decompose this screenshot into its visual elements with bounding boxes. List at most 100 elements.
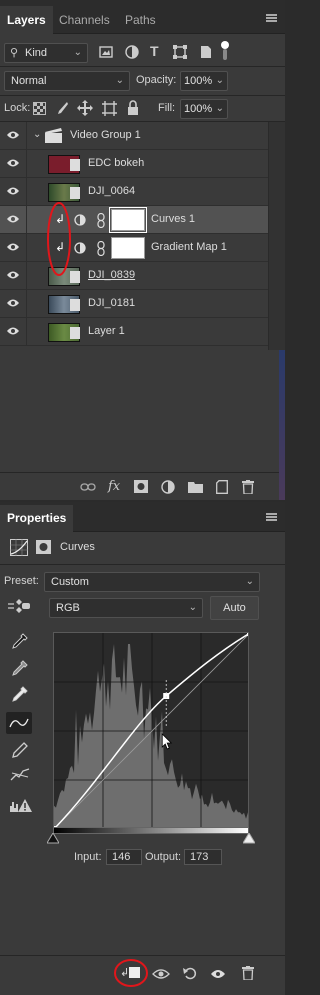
mask-tab-icon[interactable] [36,540,51,554]
auto-button[interactable]: Auto [210,596,259,620]
filter-smart-object-icon[interactable] [199,45,213,59]
eye-icon[interactable] [6,326,20,336]
curve-control-point[interactable] [247,633,250,636]
layer-name: Layer 1 [88,325,125,337]
curves-graph[interactable] [53,632,249,828]
blend-mode-dropdown[interactable]: Normal ⌄ [4,71,130,91]
new-adjustment-icon[interactable] [161,480,175,494]
eye-icon[interactable] [6,186,20,196]
panel-menu-icon[interactable] [266,513,277,521]
lock-all-icon[interactable] [127,100,139,115]
tab-layers[interactable]: Layers [0,6,53,34]
lock-position-icon[interactable] [77,100,93,116]
panel-menu-icon[interactable] [266,14,277,22]
layer-row[interactable]: DJI_0064 [0,178,268,206]
fx-icon[interactable]: fx [108,479,120,494]
curve-point-icon [9,718,29,728]
eye-icon[interactable] [6,214,20,224]
lock-artboard-icon[interactable] [102,101,117,116]
input-gradient-bar [53,827,249,834]
smooth-curve-icon[interactable] [10,768,30,782]
lock-pixels-icon[interactable] [55,101,69,116]
opacity-value: 100% [184,75,213,87]
eye-icon[interactable] [6,270,20,280]
eye-icon[interactable] [6,130,20,140]
output-field[interactable]: 173 [184,849,222,865]
trash-icon[interactable] [242,966,254,980]
curve-plot[interactable] [54,633,249,828]
chevron-down-icon: ⌄ [245,576,254,587]
curve-point-tool-button[interactable] [6,712,32,734]
video-layer-icon [70,299,80,311]
tab-properties[interactable]: Properties [0,505,74,532]
eye-icon[interactable] [6,158,20,168]
layer-mask-thumbnail[interactable] [109,207,147,233]
on-image-adjust-icon[interactable] [8,599,30,613]
layer-name: DJI_0839 [88,269,136,281]
annotation-ellipse [47,202,71,276]
filter-shape-icon[interactable] [173,45,187,59]
gray-point-eyedropper-icon[interactable] [12,660,28,676]
layer-row[interactable]: DJI_0839 [0,262,268,290]
video-layer-icon [70,159,80,171]
layer-mask-thumbnail[interactable] [111,237,145,259]
filter-kind-label: Kind [25,47,48,59]
add-mask-icon[interactable] [134,480,148,493]
input-field[interactable]: 146 [106,849,142,865]
lock-label: Lock: [4,102,31,114]
folder-icon[interactable] [188,481,203,493]
layer-row[interactable]: DJI_0181 [0,290,268,318]
visibility-icon[interactable] [210,969,226,979]
view-previous-icon[interactable] [152,967,170,981]
filter-type-icon[interactable]: T [150,43,159,59]
black-point-slider-handle[interactable] [47,833,59,844]
filter-pixel-icon[interactable] [99,46,113,58]
preset-dropdown[interactable]: Custom ⌄ [44,572,260,592]
layer-row[interactable]: EDC bokeh [0,150,268,178]
output-label: Output: [145,851,182,863]
adjustment-layer-icon [74,214,86,226]
divider [0,564,285,565]
lock-transparent-icon[interactable] [33,102,46,115]
layers-scrollbar[interactable] [268,122,285,350]
clipping-warning-icon[interactable] [10,798,32,813]
curves-adjustment-icon [10,539,28,556]
channel-dropdown[interactable]: RGB ⌄ [49,598,203,618]
video-layer-icon [70,187,80,199]
black-point-eyedropper-icon[interactable] [12,633,28,649]
layer-row[interactable]: ↲ Gradient Map 1 [0,234,268,262]
filter-toggle-icon[interactable] [220,40,230,62]
properties-panel: Properties Curves Preset: Custom ⌄ RGB ⌄… [0,502,285,995]
opacity-field[interactable]: 100% ⌄ [180,71,228,91]
tab-channels[interactable]: Channels [52,6,117,34]
eye-icon[interactable] [6,298,20,308]
tab-paths[interactable]: Paths [118,6,163,34]
layer-row-selected[interactable]: ↲ Curves 1 [0,206,268,234]
layer-name: EDC bokeh [88,157,145,169]
filter-kind-dropdown[interactable]: ⚲ Kind ⌄ [4,43,88,63]
layers-panel: Layers Channels Paths ⚲ Kind ⌄ T Normal … [0,0,285,500]
white-point-eyedropper-icon[interactable] [12,686,28,702]
layer-name: DJI_0181 [88,297,136,309]
white-point-slider-handle[interactable] [243,833,255,844]
chevron-down-icon: ⌄ [215,103,224,114]
video-layer-icon [70,327,80,339]
adjustment-name: Curves [60,541,95,553]
link-icon[interactable] [80,482,96,492]
layer-row[interactable]: Layer 1 [0,318,268,346]
eye-icon[interactable] [6,242,20,252]
pencil-icon[interactable] [12,742,28,758]
layers-list: ⌄ Video Group 1 EDC bokeh DJI_0064 ↲ Cur… [0,122,268,350]
blend-mode-value: Normal [11,75,47,87]
filter-adjustment-icon[interactable] [125,45,139,59]
chevron-down-icon[interactable]: ⌄ [33,129,41,140]
fill-field[interactable]: 100% ⌄ [180,99,228,119]
trash-icon[interactable] [242,480,254,494]
fill-label: Fill: [158,102,176,114]
chain-link-icon[interactable] [97,213,105,228]
layer-row-group[interactable]: ⌄ Video Group 1 [0,122,268,150]
divider [0,955,285,956]
chain-link-icon[interactable] [97,241,105,256]
new-layer-icon[interactable] [216,480,228,494]
reset-icon[interactable] [183,966,197,981]
